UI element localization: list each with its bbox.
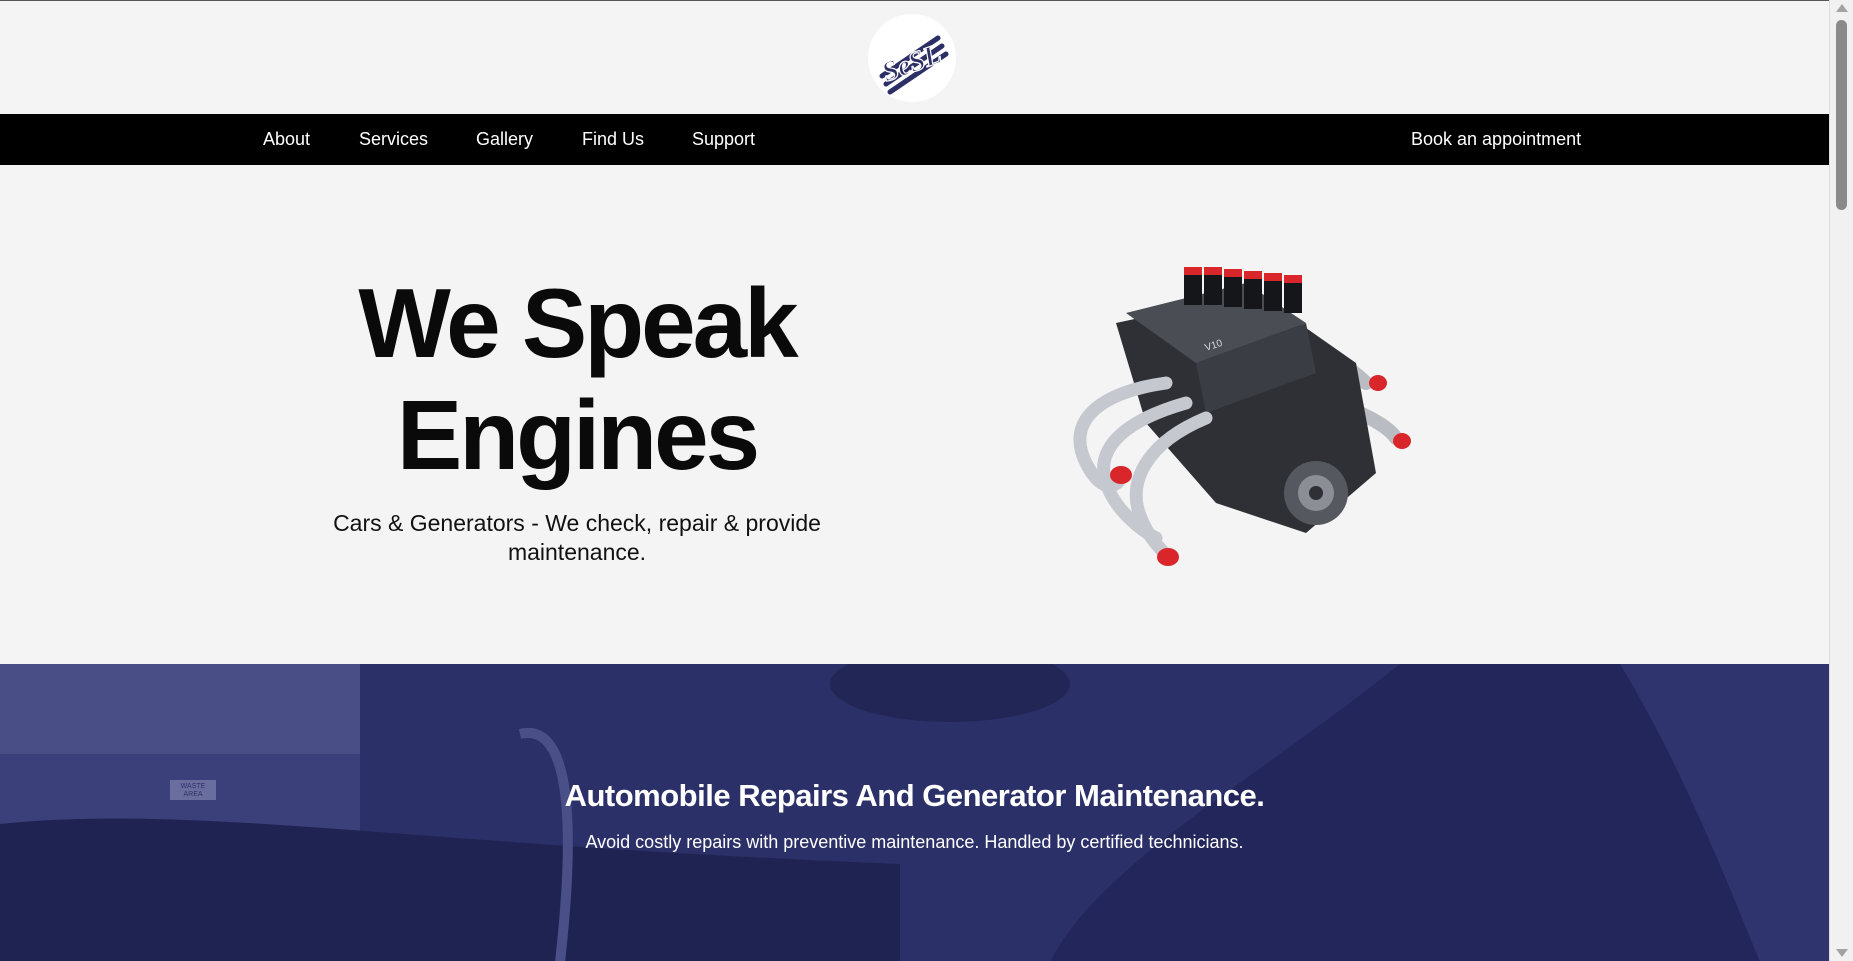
nav-support[interactable]: Support (692, 114, 755, 165)
nav-services[interactable]: Services (359, 114, 428, 165)
engine-image: V10 (1056, 253, 1446, 583)
scroll-down-arrow-icon[interactable] (1836, 949, 1848, 957)
page-scrollbar[interactable] (1829, 0, 1853, 961)
scrollbar-thumb[interactable] (1836, 20, 1847, 210)
nav-find-us[interactable]: Find Us (582, 114, 644, 165)
logo-text: SeSL (878, 39, 946, 89)
services-banner: WASTE AREA Automobile Repairs And Genera… (0, 664, 1829, 961)
nav-gallery[interactable]: Gallery (476, 114, 533, 165)
banner-subtitle: Avoid costly repairs with preventive mai… (585, 832, 1244, 852)
main-nav: About Services Gallery Find Us Support B… (0, 114, 1829, 165)
site-logo[interactable]: SeSL (868, 14, 956, 102)
scroll-up-arrow-icon[interactable] (1836, 4, 1848, 12)
book-appointment-link[interactable]: Book an appointment (1411, 114, 1581, 165)
hero-title-line1: We Speak (358, 268, 798, 378)
sesl-logo-icon: SeSL (877, 35, 949, 95)
nav-about[interactable]: About (263, 114, 310, 165)
banner-title: Automobile Repairs And Generator Mainten… (564, 778, 1265, 813)
engine-icon: V10 (1073, 267, 1411, 566)
hero-title: We Speak Engines (277, 267, 877, 491)
page-viewport: SeSL About Services Gallery Find Us Supp… (0, 0, 1829, 961)
hero-subtitle: Cars & Generators - We check, repair & p… (333, 510, 821, 565)
hero-title-line2: Engines (396, 380, 760, 490)
banner-content: Automobile Repairs And Generator Mainten… (0, 664, 1829, 961)
